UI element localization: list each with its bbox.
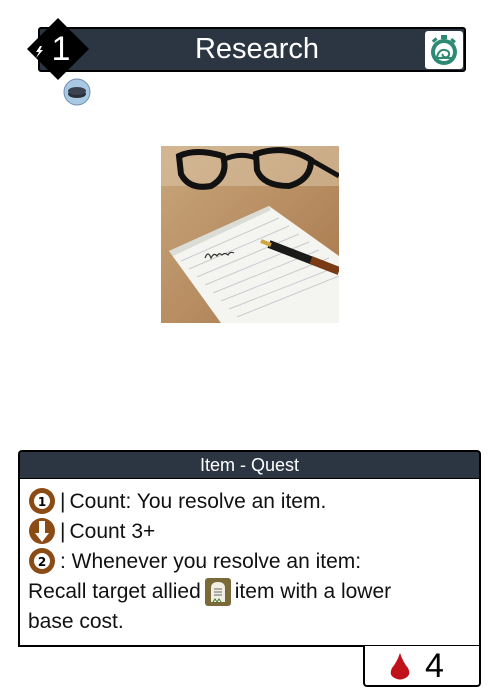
card-art (161, 146, 339, 323)
rule-line-1: 1 | Count: You resolve an item. (28, 487, 469, 517)
type-line: Item - Quest (18, 450, 481, 480)
step-1-icon: 1 (28, 487, 56, 515)
health-box: 4 (363, 646, 481, 687)
step-arrow-icon (28, 517, 56, 545)
rule-2-text: Count 3+ (69, 520, 156, 543)
rule-4-post: item with a lower (234, 580, 392, 603)
item-tombstone-icon (204, 578, 231, 606)
card-title: Research Notebook (194, 33, 320, 106)
rule-line-2: | Count 3+ (28, 517, 469, 547)
cost-value: 1 (51, 30, 71, 68)
svg-text:2: 2 (38, 555, 46, 569)
rules-box: 1 | Count: You resolve an item. | Count 3+… (18, 479, 481, 647)
blood-drop-icon (390, 653, 410, 680)
rule-1-text: Count: You resolve an item. (69, 490, 327, 513)
step-2-icon: 2 (28, 547, 56, 575)
rule-3-text: : Whenever you resolve an item: (60, 550, 362, 573)
rule-4-pre: Recall target allied (28, 580, 201, 603)
rule-line-3: 2 : Whenever you resolve an item: (28, 547, 469, 577)
snail-stopwatch-icon (431, 35, 457, 65)
health-value: 4 (425, 647, 444, 685)
cost-badge: 1 (26, 17, 90, 81)
svg-text:1: 1 (38, 495, 46, 509)
rule-line-4: Recall target allied item with a lower (28, 577, 469, 607)
rule-line-5: base cost. (28, 610, 124, 633)
speed-badge (425, 31, 463, 69)
token-icon (62, 78, 92, 106)
title-bar: Research Notebook (38, 27, 466, 106)
